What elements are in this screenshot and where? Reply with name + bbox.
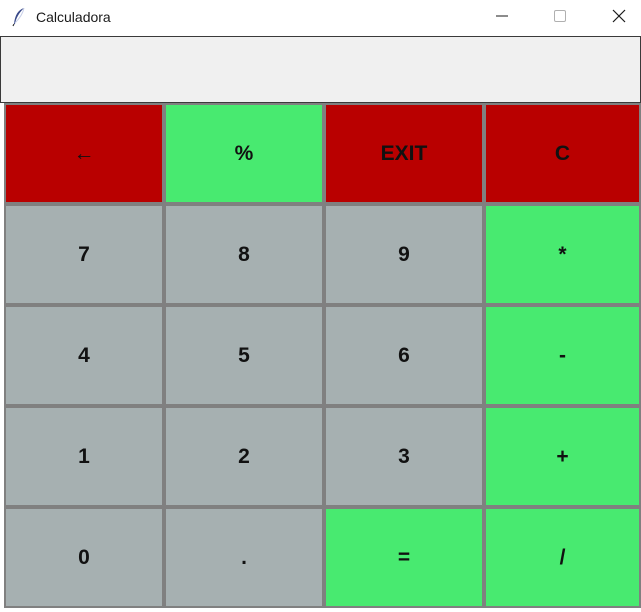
- display-field[interactable]: [0, 36, 641, 103]
- minimize-button[interactable]: [479, 0, 525, 36]
- calculator-window: Calculadora ← % EXIT C 7 8 9 * 4 5 6 - 1…: [0, 0, 641, 612]
- clear-button[interactable]: C: [484, 103, 641, 204]
- digit-8-button[interactable]: 8: [164, 204, 324, 305]
- digit-0-button[interactable]: 0: [4, 507, 164, 608]
- digit-9-button[interactable]: 9: [324, 204, 484, 305]
- close-icon: [612, 9, 626, 28]
- digit-5-button[interactable]: 5: [164, 305, 324, 406]
- digit-3-button[interactable]: 3: [324, 406, 484, 507]
- multiply-button[interactable]: *: [484, 204, 641, 305]
- digit-6-button[interactable]: 6: [324, 305, 484, 406]
- percent-button[interactable]: %: [164, 103, 324, 204]
- close-button[interactable]: [596, 0, 641, 36]
- minus-button[interactable]: -: [484, 305, 641, 406]
- digit-7-button[interactable]: 7: [4, 204, 164, 305]
- backspace-button[interactable]: ←: [4, 103, 164, 204]
- button-grid: ← % EXIT C 7 8 9 * 4 5 6 - 1 2 3 + 0 . =…: [4, 103, 641, 611]
- feather-icon: [11, 7, 27, 27]
- digit-4-button[interactable]: 4: [4, 305, 164, 406]
- exit-button[interactable]: EXIT: [324, 103, 484, 204]
- digit-1-button[interactable]: 1: [4, 406, 164, 507]
- plus-button[interactable]: +: [484, 406, 641, 507]
- minimize-icon: [496, 9, 508, 27]
- title-bar: Calculadora: [0, 0, 641, 36]
- window-title: Calculadora: [36, 9, 111, 25]
- maximize-button[interactable]: [537, 0, 583, 36]
- maximize-icon: [554, 9, 566, 27]
- divide-button[interactable]: /: [484, 507, 641, 608]
- equals-button[interactable]: =: [324, 507, 484, 608]
- decimal-point-button[interactable]: .: [164, 507, 324, 608]
- digit-2-button[interactable]: 2: [164, 406, 324, 507]
